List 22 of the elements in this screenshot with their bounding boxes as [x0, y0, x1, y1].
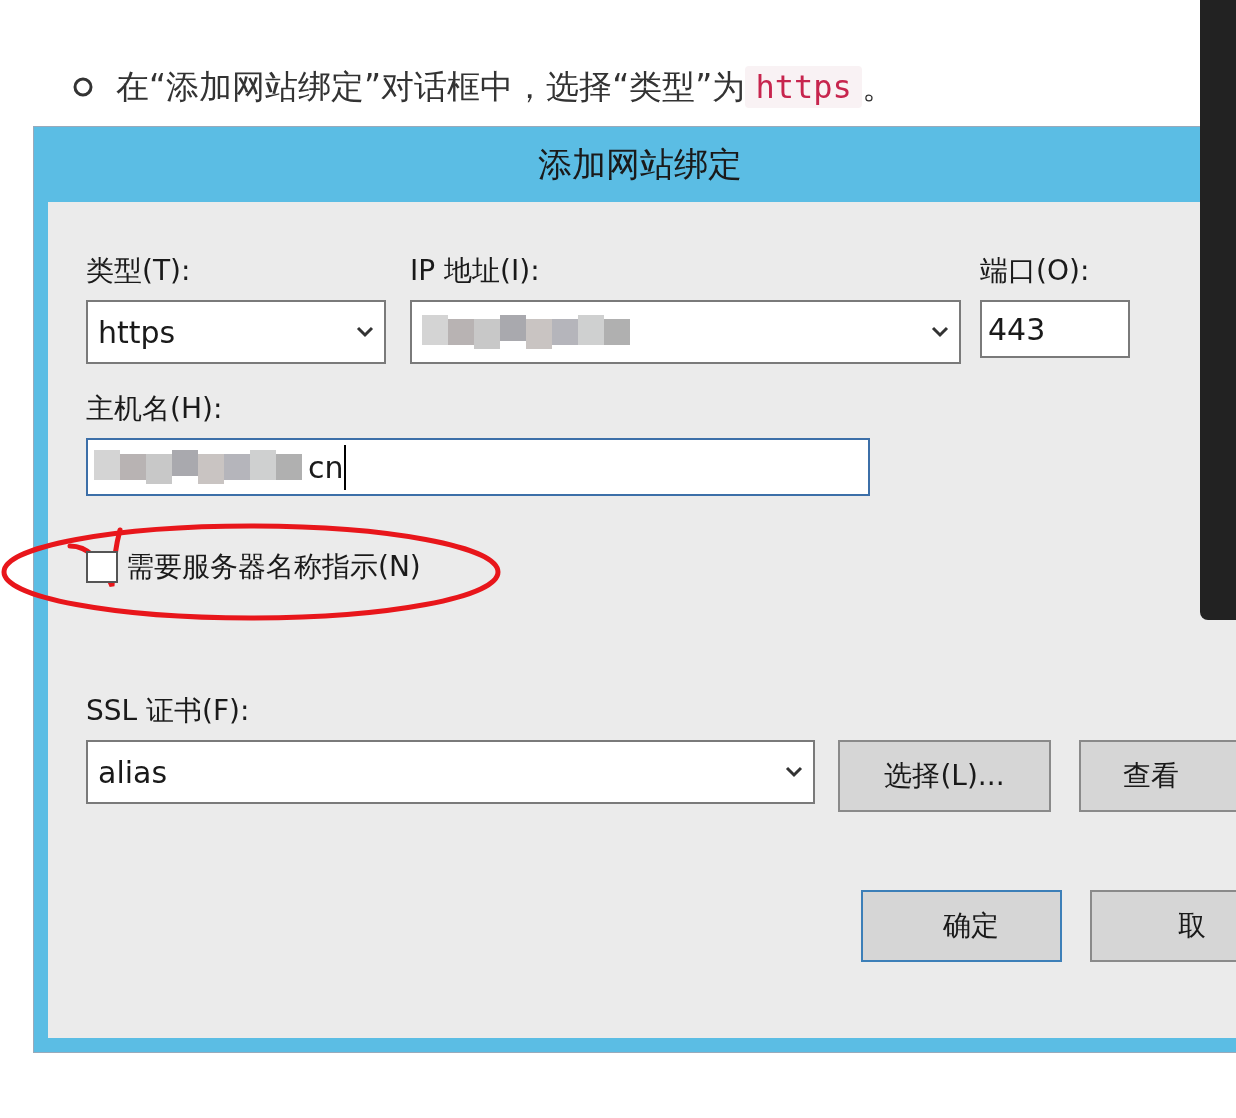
checkbox[interactable]	[86, 551, 118, 583]
dialog-button[interactable]: 取	[1089, 890, 1236, 962]
dialog-button[interactable]: 选择(L)...	[838, 740, 1052, 812]
instruction-text: 在“添加网站绑定”对话框中，选择“类型”为 https 。	[116, 65, 895, 110]
port-field[interactable]: 443	[980, 300, 1130, 358]
dialog-title: 添加网站绑定	[537, 143, 743, 186]
bullet-icon	[72, 75, 94, 98]
dialog-button[interactable]: 确定	[861, 890, 1062, 962]
port-label: 端口(O):	[980, 253, 1090, 289]
ip-label: IP 地址(I):	[410, 253, 540, 289]
sni-label: 需要服务器名称指示(N)	[126, 549, 421, 585]
type-select[interactable]: https	[86, 300, 386, 364]
chevron-down-icon	[931, 326, 949, 338]
chevron-down-icon	[785, 766, 804, 778]
dialog-button[interactable]: 查看	[1079, 740, 1236, 812]
ssl-select[interactable]: alias	[86, 740, 816, 804]
type-label: 类型(T):	[86, 253, 191, 289]
host-field[interactable]: cn	[86, 438, 870, 496]
host-label: 主机名(H):	[86, 391, 223, 427]
ssl-label: SSL 证书(F):	[86, 693, 250, 729]
chevron-down-icon	[356, 326, 374, 338]
ip-select[interactable]	[410, 300, 961, 364]
